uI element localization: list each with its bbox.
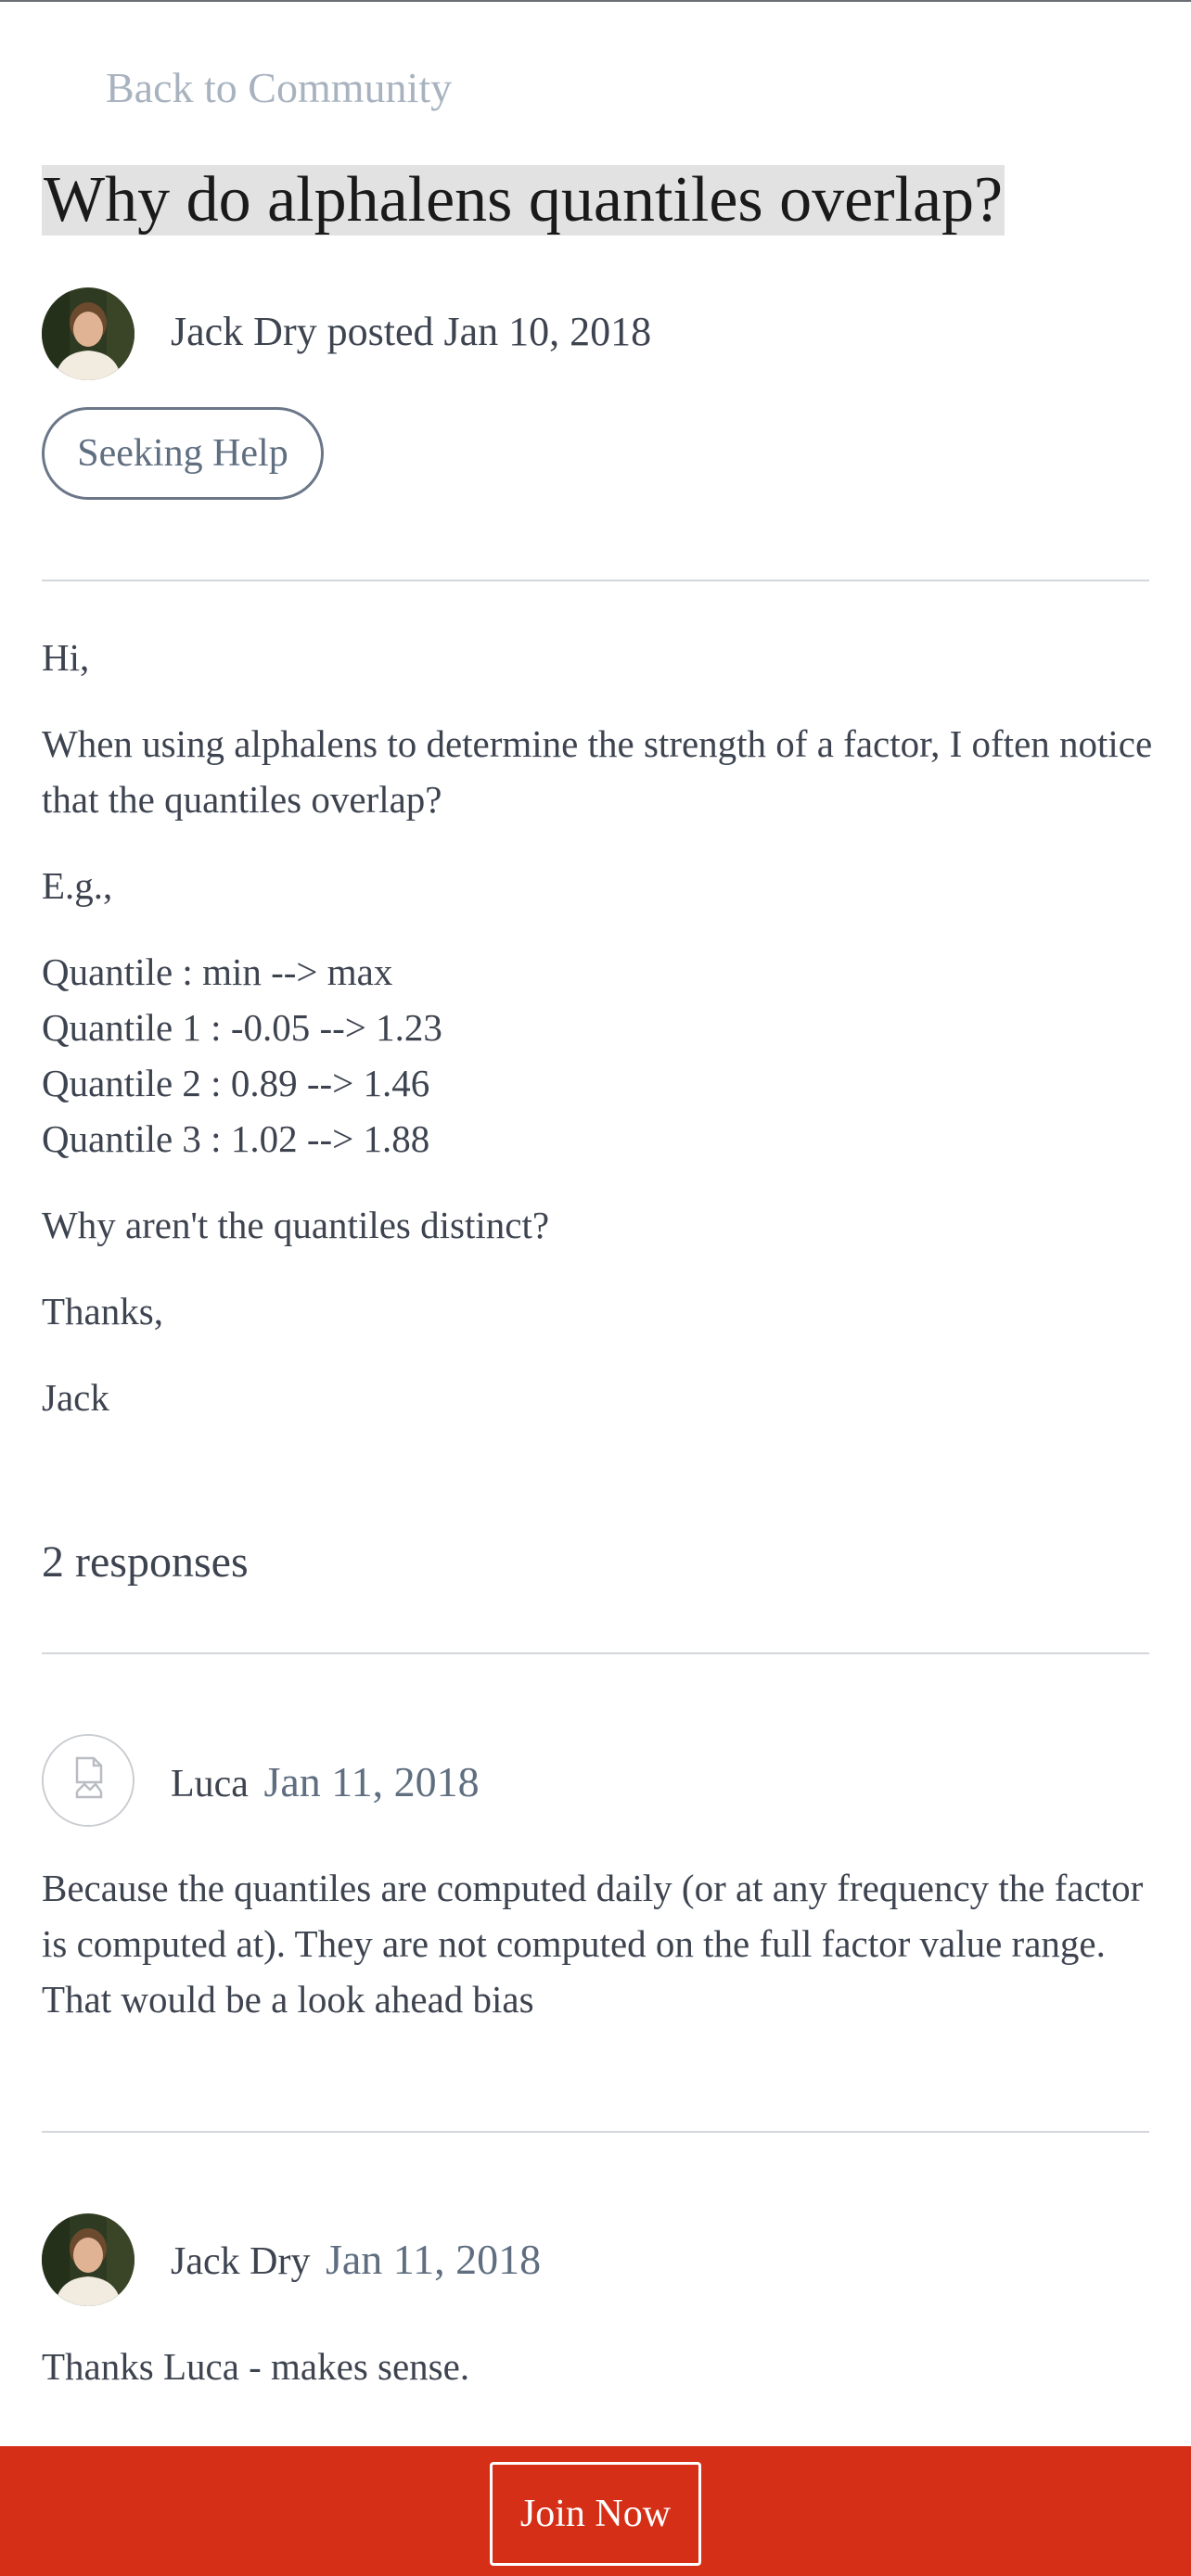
broken-image-icon xyxy=(44,1736,133,1825)
response-avatar[interactable] xyxy=(42,2213,134,2306)
quantile-line: Quantile 3 : 1.02 --> 1.88 xyxy=(42,1117,430,1160)
post-page: Back to Community Why do alphalens quant… xyxy=(0,0,1191,2576)
response-text: Thanks Luca - makes sense. xyxy=(42,2345,470,2388)
responses-divider xyxy=(42,1652,1149,1654)
response-text: Because the quantiles are computed daily… xyxy=(42,1867,1144,2021)
back-to-community-link[interactable]: Back to Community xyxy=(106,63,452,112)
join-bar: Join Now xyxy=(0,2446,1191,2576)
quantile-line: Quantile 2 : 0.89 --> 1.46 xyxy=(42,1062,430,1104)
post-paragraph: E.g., xyxy=(42,864,113,907)
post-divider xyxy=(42,580,1149,581)
quantile-line: Quantile 1 : -0.05 --> 1.23 xyxy=(42,1006,442,1049)
response-header: Jack Dry Jan 11, 2018 xyxy=(171,2235,541,2284)
responses-count: 2 responses xyxy=(42,1537,249,1587)
response-author[interactable]: Jack Dry xyxy=(171,2240,310,2283)
user-photo xyxy=(42,2213,134,2306)
response-date: Jan 11, 2018 xyxy=(263,1758,480,1805)
response-header: Luca Jan 11, 2018 xyxy=(171,1757,480,1806)
post-title: Why do alphalens quantiles overlap? xyxy=(42,164,1005,236)
response-avatar[interactable] xyxy=(42,1734,134,1827)
post-paragraph: Thanks, xyxy=(42,1290,163,1333)
response-divider xyxy=(42,2131,1149,2133)
post-paragraph: When using alphalens to determine the st… xyxy=(42,722,1153,821)
post-byline: Jack Dry posted Jan 10, 2018 xyxy=(171,309,652,354)
quantile-line: Quantile : min --> max xyxy=(42,950,393,993)
post-paragraph: Why aren't the quantiles distinct? xyxy=(42,1204,550,1246)
join-now-button[interactable]: Join Now xyxy=(490,2462,701,2566)
response-date: Jan 11, 2018 xyxy=(325,2236,542,2283)
response-body: Because the quantiles are computed daily… xyxy=(42,1860,1155,2027)
response-author[interactable]: Luca xyxy=(171,1763,249,1805)
author-avatar[interactable] xyxy=(42,287,134,380)
seeking-help-tag[interactable]: Seeking Help xyxy=(42,407,324,500)
post-body: Hi, When using alphalens to determine th… xyxy=(42,630,1155,1425)
post-paragraph: Hi, xyxy=(42,636,90,679)
quantile-list: Quantile : min --> max Quantile 1 : -0.0… xyxy=(42,944,1155,1167)
response-body: Thanks Luca - makes sense. xyxy=(42,2339,1155,2394)
post-paragraph: Jack xyxy=(42,1376,109,1419)
